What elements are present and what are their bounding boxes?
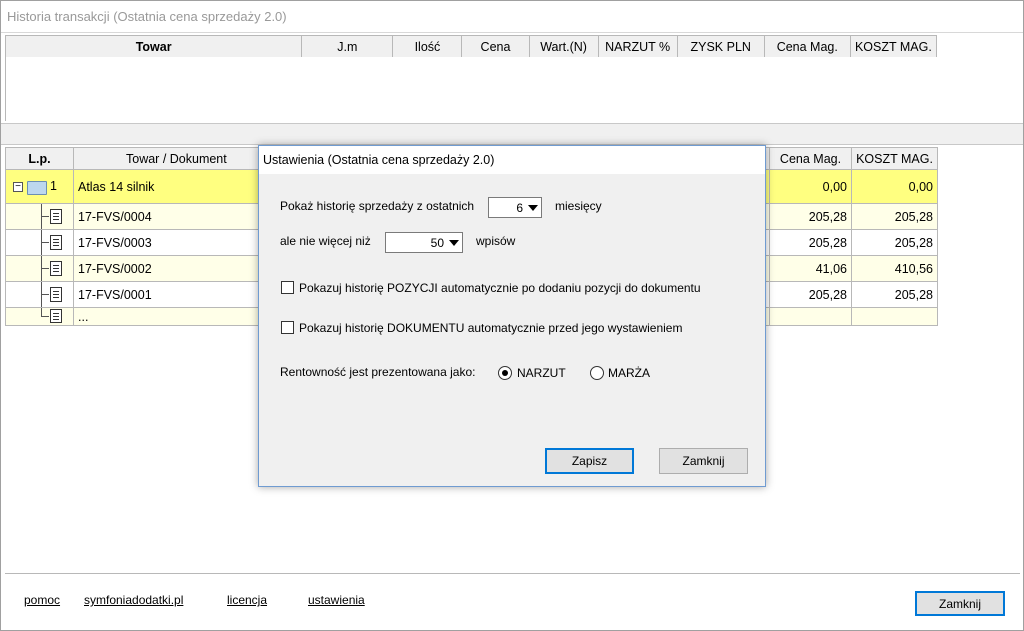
col-wart-n[interactable]: Wart.(N) [528,35,599,58]
col-hist-cena-mag[interactable]: Cena Mag. [769,147,852,170]
col-koszt-mag[interactable]: KOSZT MAG. [849,35,938,58]
col-jm[interactable]: J.m [301,35,394,58]
folder-icon [27,181,47,195]
auto-position-history-checkbox[interactable] [281,281,294,294]
auto-position-history-label[interactable]: Pokazuj historię POZYCJI automatycznie p… [299,281,701,295]
radio-marza-label[interactable]: MARŻA [608,366,650,380]
col-cena[interactable]: Cena [461,35,530,58]
panel-splitter[interactable] [1,123,1023,145]
group-tree-cell: − 1 [5,169,74,204]
radio-narzut-label[interactable]: NARZUT [517,366,566,380]
col-lp[interactable]: L.p. [5,147,74,170]
footer-divider [5,573,1020,574]
row-cena-mag: 205,28 [769,203,852,230]
months-label: Pokaż historię sprzedaży z ostatnich [280,199,475,213]
row-cena-mag: 205,28 [769,281,852,308]
link-licencja[interactable]: licencja [227,593,267,607]
row-koszt-mag: 205,28 [851,229,938,256]
col-hist-koszt-mag[interactable]: KOSZT MAG. [851,147,938,170]
group-koszt-mag: 0,00 [851,169,938,204]
collapse-icon[interactable]: − [13,182,23,192]
limit-select[interactable]: 50 [385,232,463,253]
chevron-down-icon [449,240,459,246]
document-icon [50,309,62,323]
col-ilosc[interactable]: Ilość [392,35,463,58]
col-towar[interactable]: Towar [4,35,303,58]
row-koszt-mag: 205,28 [851,203,938,230]
radio-narzut[interactable] [498,366,512,380]
transaction-grid: Towar J.m Ilość Cena Wart.(N) NARZUT % Z… [4,35,938,58]
transaction-grid-header: Towar J.m Ilość Cena Wart.(N) NARZUT % Z… [4,35,938,58]
link-pomoc[interactable]: pomoc [24,593,60,607]
document-icon [50,261,62,276]
limit-suffix: wpisów [476,234,516,248]
profit-label: Rentowność jest prezentowana jako: [280,365,476,379]
col-cena-mag[interactable]: Cena Mag. [763,35,851,58]
group-cena-mag: 0,00 [769,169,852,204]
col-zysk[interactable]: ZYSK PLN [676,35,765,58]
dialog-title: Ustawienia (Ostatnia cena sprzedaży 2.0) [259,146,765,174]
auto-document-history-checkbox[interactable] [281,321,294,334]
months-value: 6 [516,201,523,215]
document-icon [50,287,62,302]
link-ustawienia[interactable]: ustawienia [308,593,365,607]
row-koszt-mag: 410,56 [851,255,938,282]
link-symfoniadodatki[interactable]: symfoniadodatki.pl [84,593,183,607]
row-cena-mag: 41,06 [769,255,852,282]
group-lp: 1 [50,179,57,193]
chevron-down-icon [528,205,538,211]
dialog-close-button[interactable]: Zamknij [659,448,748,474]
settings-dialog: Ustawienia (Ostatnia cena sprzedaży 2.0)… [258,145,766,487]
transaction-grid-body[interactable] [5,57,1020,121]
save-button[interactable]: Zapisz [545,448,634,474]
row-cena-mag: 205,28 [769,229,852,256]
document-icon [50,235,62,250]
months-select[interactable]: 6 [488,197,542,218]
row-koszt-mag: 205,28 [851,281,938,308]
months-suffix: miesięcy [555,199,602,213]
auto-document-history-label[interactable]: Pokazuj historię DOKUMENTU automatycznie… [299,321,682,335]
limit-value: 50 [430,236,444,250]
main-close-button[interactable]: Zamknij [915,591,1005,616]
col-narzut[interactable]: NARZUT % [597,35,678,58]
window-title: Historia transakcji (Ostatnia cena sprze… [1,1,1023,33]
document-icon [50,209,62,224]
limit-label: ale nie więcej niż [280,234,371,248]
radio-marza[interactable] [590,366,604,380]
